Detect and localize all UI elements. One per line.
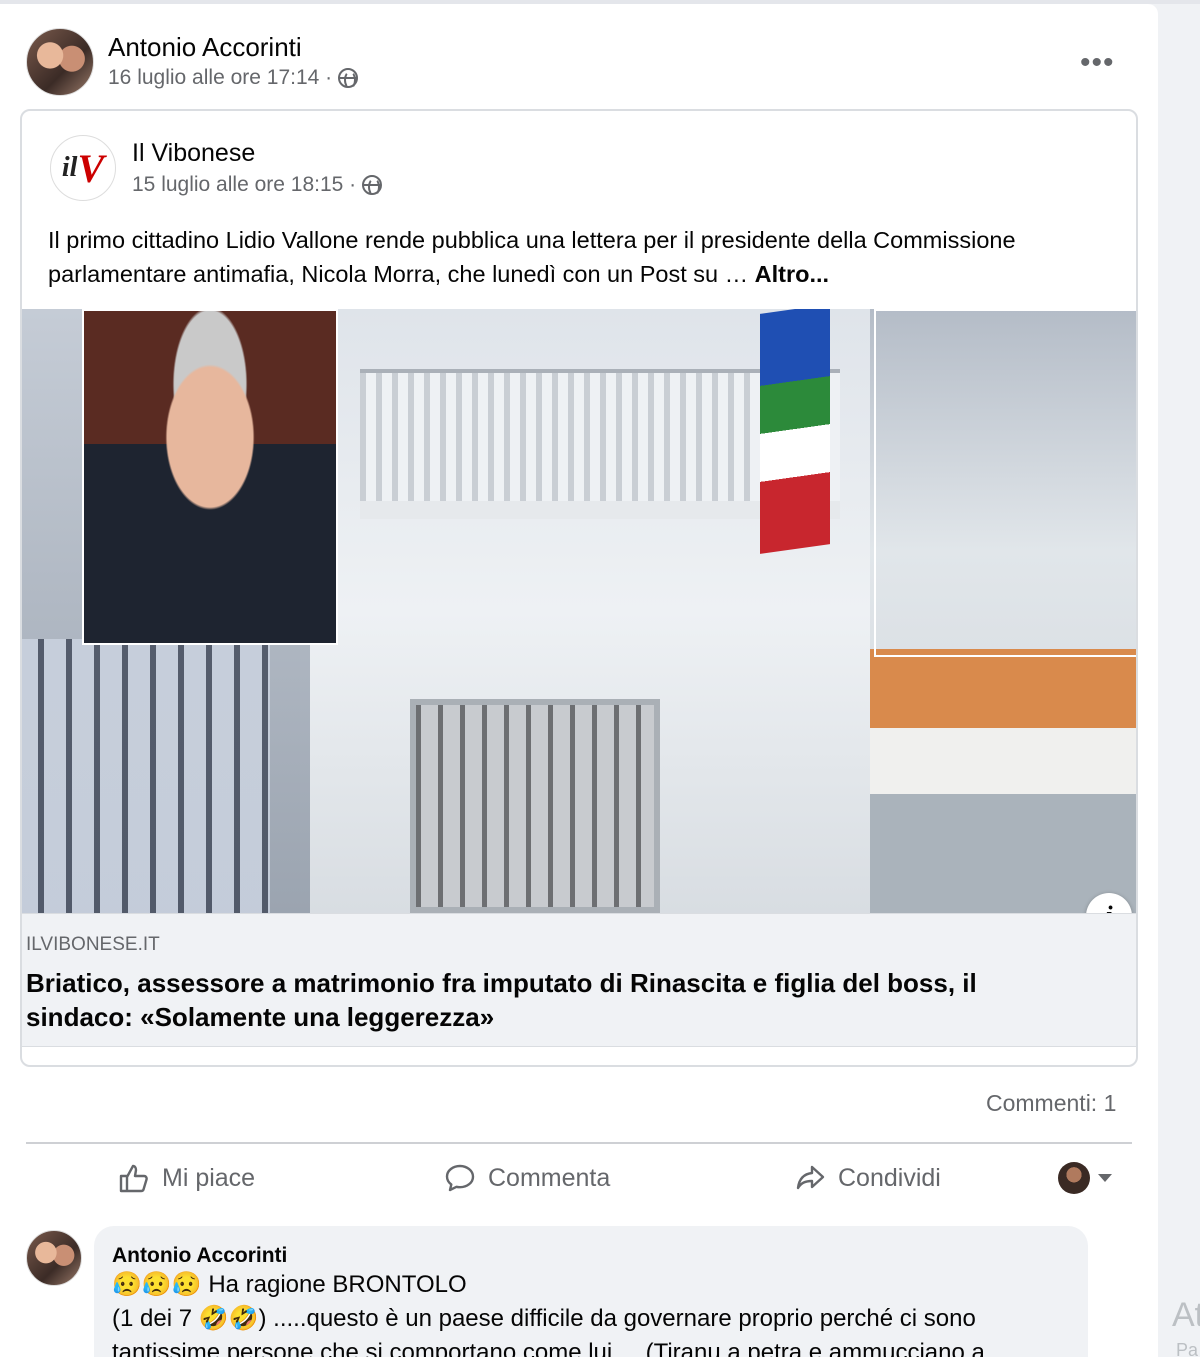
image-right-buildings (870, 649, 1136, 913)
shared-meta: 15 luglio alle ore 18:15 · (132, 173, 383, 197)
divider (26, 1142, 1132, 1144)
shared-page-name[interactable]: Il Vibonese (132, 139, 255, 168)
portrait-right (874, 309, 1136, 657)
share-button[interactable]: Condividi (794, 1154, 941, 1202)
shared-post: il V Il Vibonese 15 luglio alle ore 18:15… (20, 109, 1138, 1067)
commenter-avatar[interactable] (26, 1230, 82, 1286)
image-left-grate (22, 639, 270, 913)
comment-button[interactable]: Commenta (444, 1154, 610, 1202)
image-flag (760, 309, 830, 554)
link-headline[interactable]: Briatico, assessore a matrimonio fra imp… (26, 966, 1086, 1034)
image-door (410, 699, 660, 913)
share-label: Condividi (838, 1163, 941, 1192)
logo-text-v: V (77, 145, 105, 191)
shared-timestamp[interactable]: 15 luglio alle ore 18:15 · (132, 173, 356, 197)
side-panel-text: At (1172, 1296, 1200, 1334)
comments-count[interactable]: Commenti: 1 (986, 1090, 1116, 1117)
post-options-button[interactable]: ••• (1080, 46, 1115, 80)
comment-text-line: tantissime persone che si comportano com… (112, 1339, 985, 1357)
shared-post-text: Il primo cittadino Lidio Vallone rende p… (48, 223, 1118, 291)
post-timestamp[interactable]: 16 luglio alle ore 17:14 · (108, 66, 332, 90)
comment-label: Commenta (488, 1163, 611, 1192)
like-label: Mi piace (162, 1163, 256, 1192)
comment-author[interactable]: Antonio Accorinti (112, 1244, 1070, 1268)
link-domain: ILVIBONESE.IT (26, 934, 160, 955)
comment-text-line: (1 dei 7 🤣🤣) .....questo è un paese diff… (112, 1305, 976, 1332)
post-meta: 16 luglio alle ore 17:14 · (108, 66, 359, 90)
logo-text-il: il (61, 152, 78, 183)
comment-text-line: 😥😥😥 Ha ragione BRONTOLO (112, 1271, 467, 1298)
page-logo[interactable]: il V (50, 135, 116, 201)
comment-bubble: Antonio Accorinti 😥😥😥 Ha ragione BRONTOL… (94, 1226, 1088, 1357)
like-button[interactable]: Mi piace (118, 1154, 255, 1202)
link-preview-image[interactable] (22, 309, 1136, 913)
share-icon (796, 1165, 825, 1190)
see-more-link[interactable]: Altro... (755, 261, 829, 287)
thumbs-up-icon (119, 1164, 148, 1193)
portrait-left (82, 309, 338, 645)
author-avatar[interactable] (26, 28, 94, 96)
link-preview-caption[interactable]: ILVIBONESE.IT Briatico, assessore a matr… (22, 913, 1136, 1047)
feed-post: Antonio Accorinti 16 luglio alle ore 17:… (0, 4, 1158, 1357)
comment-icon (445, 1164, 475, 1192)
side-panel-subtext: Pa (1176, 1340, 1199, 1357)
viewer-avatar[interactable] (1058, 1162, 1090, 1194)
shared-text-body: Il primo cittadino Lidio Vallone rende p… (48, 227, 1016, 287)
chevron-down-icon[interactable] (1098, 1174, 1112, 1182)
post-author-name[interactable]: Antonio Accorinti (108, 32, 302, 63)
globe-icon (338, 68, 359, 89)
globe-icon (362, 175, 383, 196)
